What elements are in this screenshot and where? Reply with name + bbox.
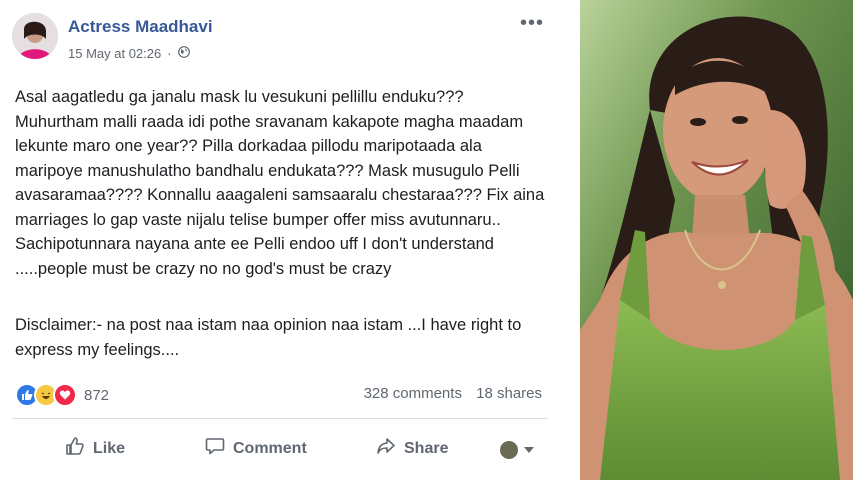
post-timestamp[interactable]: 15 May at 02:26 — [68, 46, 161, 61]
like-button[interactable]: Like — [65, 436, 125, 461]
share-button[interactable]: Share — [376, 436, 448, 461]
comments-count[interactable]: 328 comments — [364, 385, 462, 402]
mini-avatar — [500, 441, 518, 459]
comment-bubble-icon — [205, 436, 225, 461]
thumbs-up-icon — [65, 436, 85, 461]
share-label: Share — [404, 439, 449, 457]
author-avatar[interactable] — [12, 13, 58, 59]
engagement-counts: 328 comments 18 shares — [364, 385, 542, 402]
post-body: Asal aagatledu ga janalu mask lu vesukun… — [15, 88, 545, 278]
chevron-down-icon — [524, 447, 534, 453]
more-options-icon[interactable]: ••• — [520, 12, 544, 35]
comment-label: Comment — [233, 439, 307, 457]
reaction-count: 872 — [84, 386, 110, 404]
like-label: Like — [93, 439, 126, 457]
post-disclaimer: Disclaimer:- na post naa istam naa opini… — [15, 316, 522, 359]
reactions-summary[interactable]: 872 — [15, 383, 109, 407]
share-arrow-icon — [376, 436, 396, 461]
image-separator — [560, 0, 580, 480]
shares-count[interactable]: 18 shares — [476, 385, 542, 402]
facebook-post-card: Actress Maadhavi 15 May at 02:26 · ••• A… — [0, 0, 560, 480]
actress-photo — [580, 0, 853, 480]
author-name[interactable]: Actress Maadhavi — [68, 17, 213, 37]
globe-icon — [177, 46, 190, 61]
post-as-selector[interactable] — [500, 441, 534, 459]
comment-button[interactable]: Comment — [205, 436, 307, 461]
divider — [12, 418, 548, 419]
post-actions-bar: Like Comment Share — [0, 428, 560, 476]
love-reaction-icon — [53, 383, 77, 407]
post-meta: 15 May at 02:26 · — [68, 46, 190, 61]
